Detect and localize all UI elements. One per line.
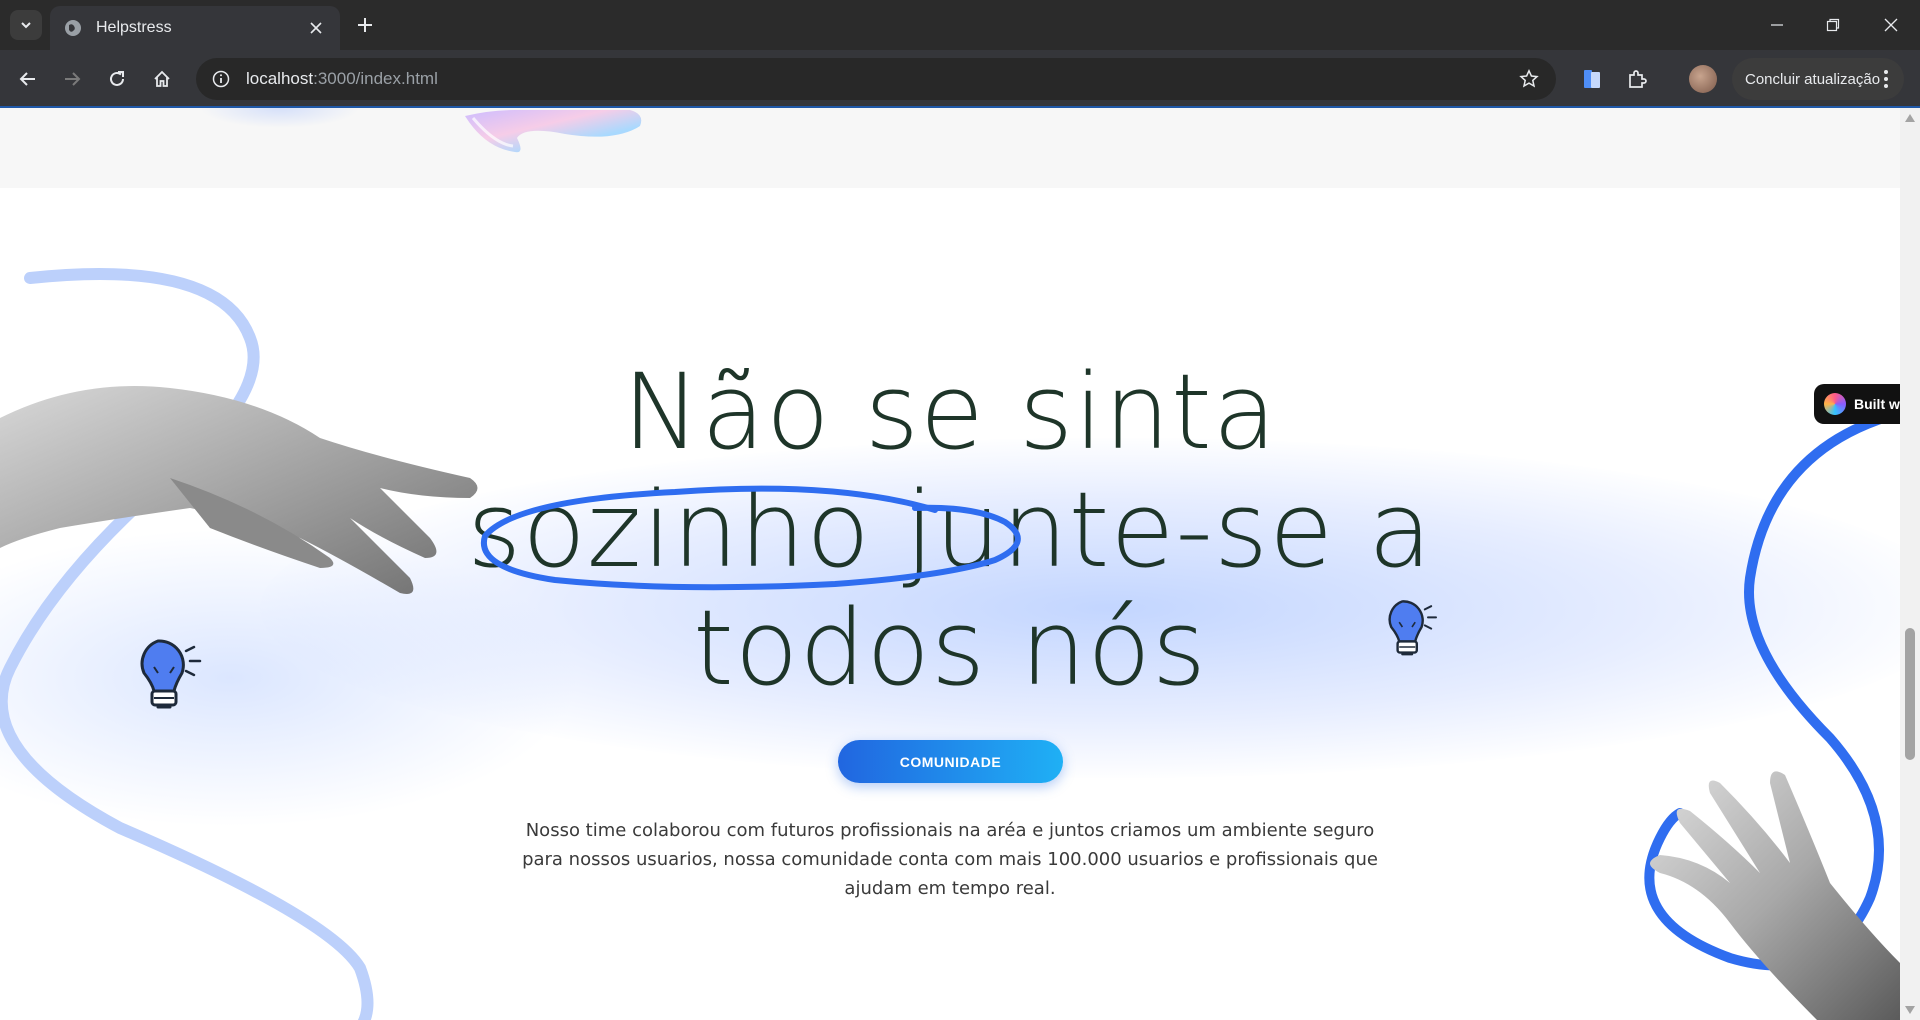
document-extension-icon [1584, 70, 1600, 88]
update-button-label: Concluir atualização [1745, 70, 1881, 88]
close-icon [310, 22, 322, 34]
community-description: Nosso time colaborou com futuros profiss… [522, 820, 1378, 899]
community-button[interactable]: COMUNIDADE [838, 740, 1063, 783]
minimize-icon [1771, 24, 1783, 26]
profile-avatar[interactable] [1689, 65, 1717, 93]
url-path: :3000/index.html [313, 69, 438, 88]
window-close-icon [1884, 18, 1898, 32]
browser-titlebar: Helpstress [0, 0, 1920, 50]
reload-button[interactable] [101, 63, 133, 95]
puzzle-icon [1629, 70, 1647, 88]
scroll-up-arrow[interactable] [1904, 112, 1916, 124]
heading-line-3: todos nós [692, 587, 1208, 709]
globe-icon [65, 20, 81, 36]
tab-close-button[interactable] [306, 18, 326, 38]
star-icon [1519, 69, 1539, 88]
browser-tab[interactable]: Helpstress [50, 6, 340, 50]
home-icon [154, 70, 170, 87]
tab-title: Helpstress [96, 19, 172, 36]
triangle-down-icon [1905, 1006, 1915, 1014]
glass-shape-decoration [465, 110, 642, 153]
window-close-button[interactable] [1876, 10, 1906, 40]
kebab-menu-icon [1884, 70, 1888, 88]
address-bar[interactable]: localhost:3000/index.html [196, 58, 1556, 100]
menu-button[interactable] [1876, 69, 1896, 89]
update-button[interactable]: Concluir atualização [1732, 58, 1904, 100]
tab-list-button[interactable] [10, 10, 42, 40]
home-button[interactable] [146, 63, 178, 95]
back-button[interactable] [12, 63, 44, 95]
triangle-up-icon [1905, 114, 1915, 122]
scribble-circle-decoration [480, 485, 1021, 591]
info-icon [212, 70, 230, 88]
built-with-label: Built wi [1854, 396, 1904, 412]
right-hand-image [1650, 771, 1900, 1020]
left-hand-image [0, 386, 478, 594]
restore-icon [1826, 18, 1840, 32]
scroll-down-arrow[interactable] [1904, 1004, 1916, 1016]
extension-document-button[interactable] [1578, 65, 1606, 93]
extensions-button[interactable] [1623, 65, 1651, 93]
tab-list-icon [21, 22, 31, 29]
url-text: localhost:3000/index.html [246, 69, 438, 89]
minimize-button[interactable] [1762, 10, 1792, 40]
site-info-button[interactable] [210, 68, 232, 90]
plus-icon [358, 18, 372, 32]
restore-button[interactable] [1818, 10, 1848, 40]
forward-button[interactable] [56, 63, 88, 95]
url-host: localhost [246, 69, 314, 88]
builder-logo-icon [1824, 393, 1846, 415]
page-viewport: Não se sinta sozinho junte-se a todos nó… [0, 108, 1920, 1020]
browser-toolbar: localhost:3000/index.html Concluir atual… [0, 50, 1920, 108]
forward-icon [65, 72, 81, 86]
bookmark-button[interactable] [1518, 68, 1540, 90]
heading-line-1: Não se sinta [622, 351, 1278, 473]
page-scrollbar[interactable] [1900, 108, 1920, 1020]
lightbulb-icon [140, 639, 202, 709]
scrollbar-thumb[interactable] [1905, 628, 1915, 760]
reload-icon [110, 71, 124, 86]
back-icon [19, 72, 35, 86]
new-tab-button[interactable] [352, 12, 378, 38]
